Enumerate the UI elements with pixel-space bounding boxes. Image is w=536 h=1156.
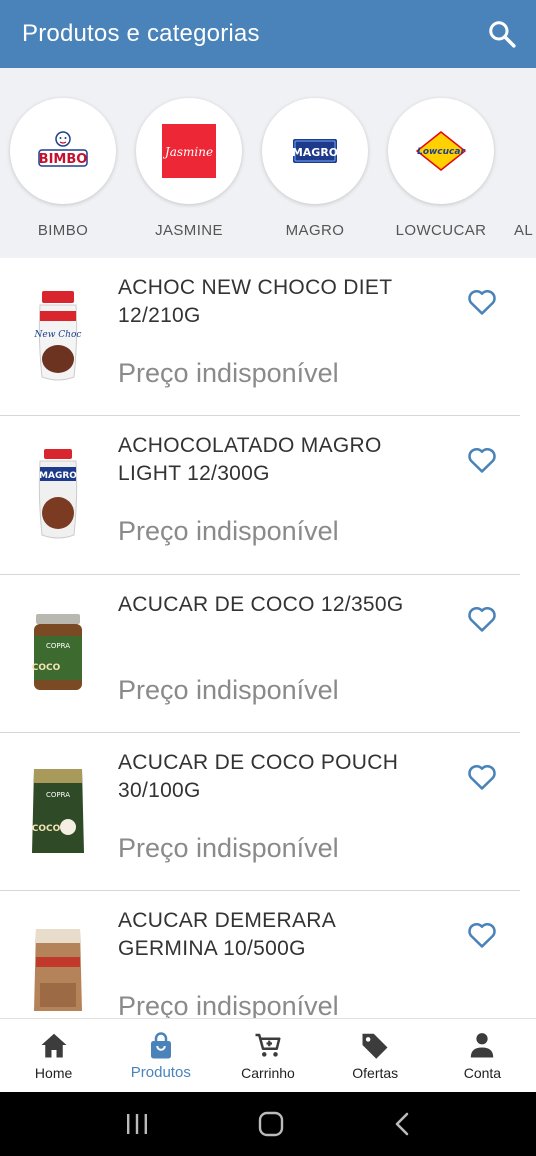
nav-item-ofertas[interactable]: Ofertas <box>322 1019 429 1092</box>
product-price: Preço indisponível <box>118 358 339 388</box>
brand-logo-magro: MAGRO <box>262 98 368 204</box>
product-price: Preço indisponível <box>118 833 339 863</box>
top-app-bar: Produtos e categorias <box>0 0 536 68</box>
product-image: MAGRO <box>26 444 90 544</box>
svg-text:COCO: COCO <box>32 824 61 834</box>
nav-label: Carrinho <box>241 1065 295 1081</box>
product-image: New Choc <box>26 286 90 386</box>
brand-carousel: BIMBO BIMBO Jasmine JASMINE MAGRO MAGRO … <box>0 68 536 258</box>
page-title: Produtos e categorias <box>22 20 260 47</box>
nav-label: Home <box>34 1065 73 1081</box>
brand-item-lowcucar[interactable]: Lowcucar LOWCUCAR <box>378 98 504 239</box>
product-name: ACUCAR DE COCO POUCH 30/100G <box>118 751 399 802</box>
svg-text:Lowcucar: Lowcucar <box>417 147 465 157</box>
product-name: ACHOCOLATADO MAGRO LIGHT 12/300G <box>118 434 382 485</box>
product-list: New Choc ACHOC NEW CHOCO DIET 12/210G Pr… <box>0 258 536 1018</box>
brand-label: JASMINE <box>155 222 223 239</box>
brand-logo-lowcucar: Lowcucar <box>388 98 494 204</box>
svg-text:New Choc: New Choc <box>34 330 81 340</box>
svg-text:BIMBO: BIMBO <box>39 152 88 167</box>
product-item[interactable]: MAGRO ACHOCOLATADO MAGRO LIGHT 12/300G P… <box>0 416 520 575</box>
svg-text:MAGRO: MAGRO <box>293 146 337 159</box>
heart-icon[interactable] <box>466 763 498 791</box>
product-item[interactable]: COPRA COCO ACUCAR DE COCO POUCH 30/100G … <box>0 733 520 891</box>
nav-label: Conta <box>463 1065 502 1081</box>
brand-label: MAGRO <box>285 222 345 239</box>
cart-icon <box>255 1033 281 1057</box>
product-price: Preço indisponível <box>118 991 339 1018</box>
shopping-bag-icon <box>150 1032 171 1059</box>
product-name: ACUCAR DE COCO 12/350G <box>118 593 404 616</box>
search-icon <box>489 21 516 48</box>
product-image: COPRA COCO <box>26 761 90 861</box>
nav-label: Ofertas <box>352 1065 399 1081</box>
back-icon[interactable] <box>392 1111 412 1137</box>
svg-text:Jasmine: Jasmine <box>162 145 213 159</box>
system-navigation-bar <box>0 1092 536 1156</box>
home-icon <box>41 1033 67 1058</box>
product-price: Preço indisponível <box>118 675 339 705</box>
person-icon <box>471 1033 494 1058</box>
svg-text:COPRA: COPRA <box>46 791 70 799</box>
brand-label: BIMBO <box>37 222 89 239</box>
product-name: ACHOC NEW CHOCO DIET 12/210G <box>118 276 392 327</box>
product-item[interactable]: New Choc ACHOC NEW CHOCO DIET 12/210G Pr… <box>0 258 520 416</box>
product-price: Preço indisponível <box>118 516 339 546</box>
nav-item-produtos[interactable]: Produtos <box>107 1019 214 1092</box>
svg-text:COCO: COCO <box>32 663 61 673</box>
brand-item-bimbo[interactable]: BIMBO BIMBO <box>0 98 126 239</box>
brand-item-partial[interactable]: AL <box>504 98 536 239</box>
nav-item-home[interactable]: Home <box>0 1019 107 1092</box>
brand-label: LOWCUCAR <box>395 222 487 239</box>
product-name: ACUCAR DEMERARA GERMINA 10/500G <box>118 909 335 960</box>
brand-item-jasmine[interactable]: Jasmine JASMINE <box>126 98 252 239</box>
nav-label: Produtos <box>130 1064 191 1081</box>
product-item[interactable]: ACUCAR DEMERARA GERMINA 10/500G Preço in… <box>0 891 520 1018</box>
svg-text:MAGRO: MAGRO <box>39 471 77 481</box>
tag-icon <box>362 1033 388 1059</box>
svg-text:COPRA: COPRA <box>46 642 70 650</box>
brand-label: AL <box>514 222 534 239</box>
home-button-icon[interactable] <box>257 1110 285 1138</box>
recent-apps-icon[interactable] <box>124 1112 150 1136</box>
product-image: COPRA COCO <box>26 603 90 703</box>
brand-item-magro[interactable]: MAGRO MAGRO <box>252 98 378 239</box>
nav-item-conta[interactable]: Conta <box>429 1019 536 1092</box>
search-button[interactable] <box>482 14 522 54</box>
product-item[interactable]: COPRA COCO ACUCAR DE COCO 12/350G Preço … <box>0 575 520 733</box>
heart-icon[interactable] <box>466 288 498 316</box>
brand-logo-jasmine: Jasmine <box>136 98 242 204</box>
app-root: Produtos e categorias BIMBO BIMBO Jasmin… <box>0 0 536 1156</box>
heart-icon[interactable] <box>466 605 498 633</box>
heart-icon[interactable] <box>466 921 498 949</box>
bottom-navigation: Home Produtos Carrinho Ofertas Conta <box>0 1018 536 1092</box>
nav-item-carrinho[interactable]: Carrinho <box>214 1019 321 1092</box>
product-image <box>26 919 90 1018</box>
heart-icon[interactable] <box>466 446 498 474</box>
brand-logo-bimbo: BIMBO <box>10 98 116 204</box>
